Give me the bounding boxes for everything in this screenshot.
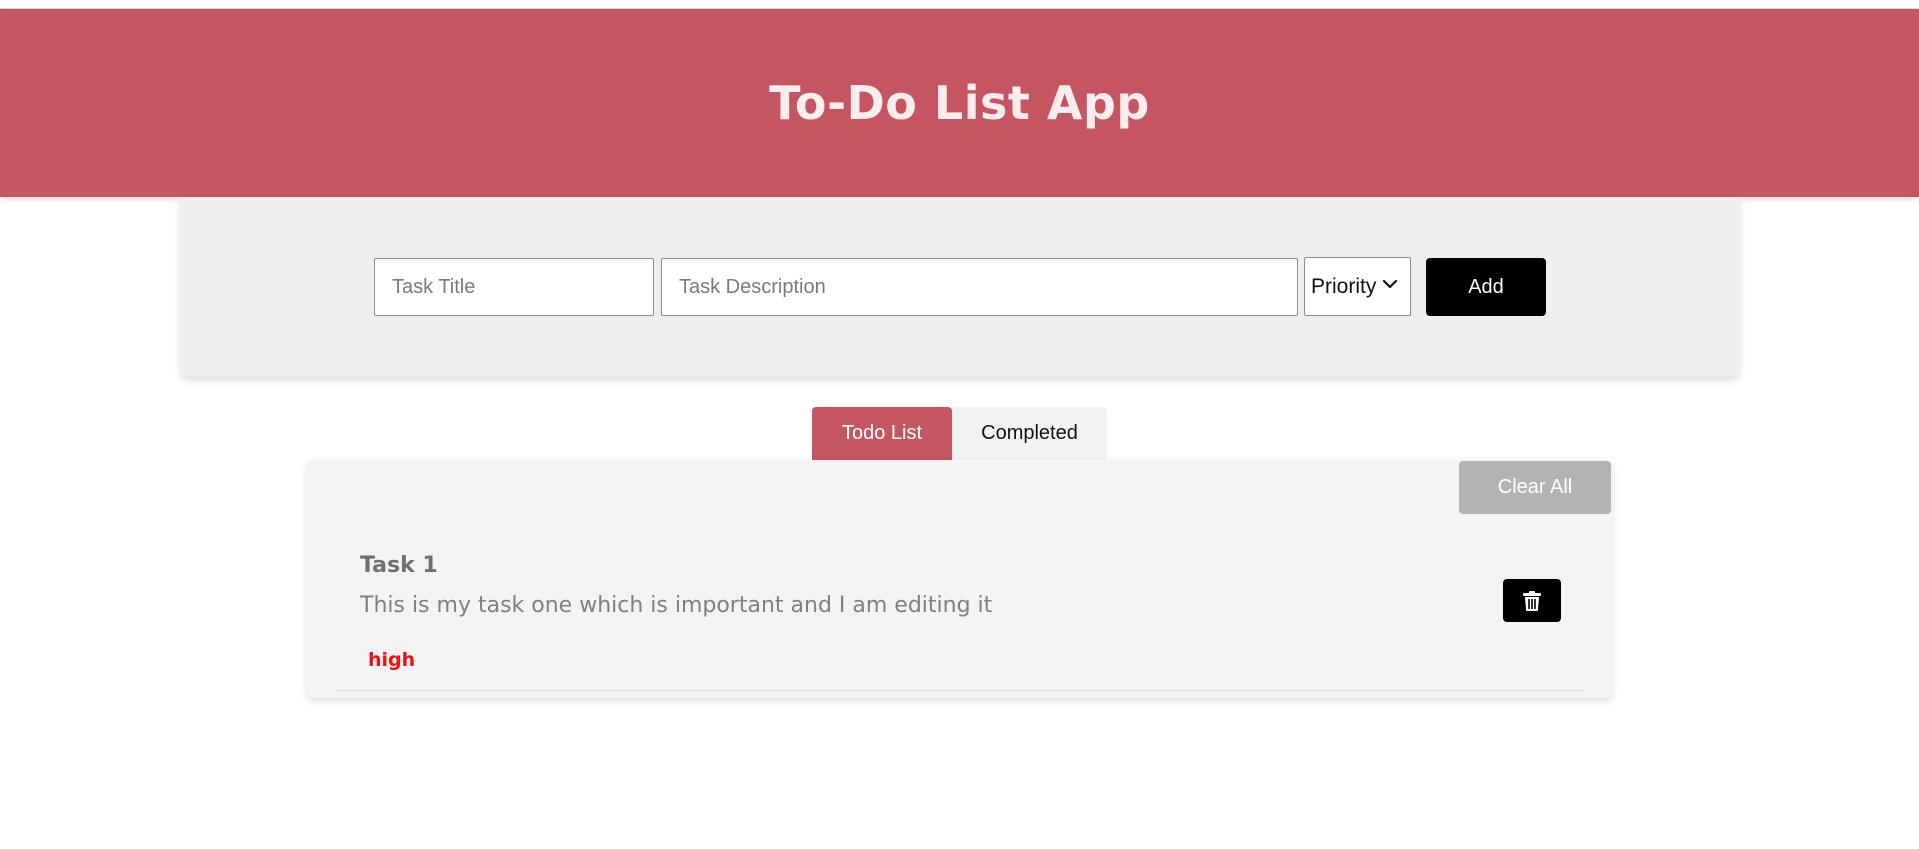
add-button[interactable]: Add [1426,258,1546,316]
add-task-form: Priority Add [180,197,1740,377]
task-description: This is my task one which is important a… [360,593,993,618]
task-description-input[interactable] [661,258,1298,316]
task-title-input[interactable] [374,258,654,316]
delete-button[interactable] [1503,579,1561,622]
tab-completed[interactable]: Completed [952,407,1107,460]
task-list-panel: Clear All Task 1 This is my task one whi… [307,460,1612,698]
priority-badge: high [368,649,416,671]
app-header: To-Do List App [0,9,1919,197]
list-item: Task 1 This is my task one which is impo… [337,520,1584,691]
chevron-down-icon [1382,279,1398,289]
trash-icon [1523,590,1541,611]
tab-todo-list[interactable]: Todo List [812,407,952,460]
tab-bar: Todo List Completed [812,407,1107,460]
page-title: To-Do List App [769,76,1150,130]
priority-select[interactable]: Priority [1304,257,1411,316]
browser-top-strip [0,0,1919,9]
task-title: Task 1 [360,553,438,578]
priority-select-value: Priority [1311,274,1377,298]
clear-all-button[interactable]: Clear All [1459,461,1611,514]
